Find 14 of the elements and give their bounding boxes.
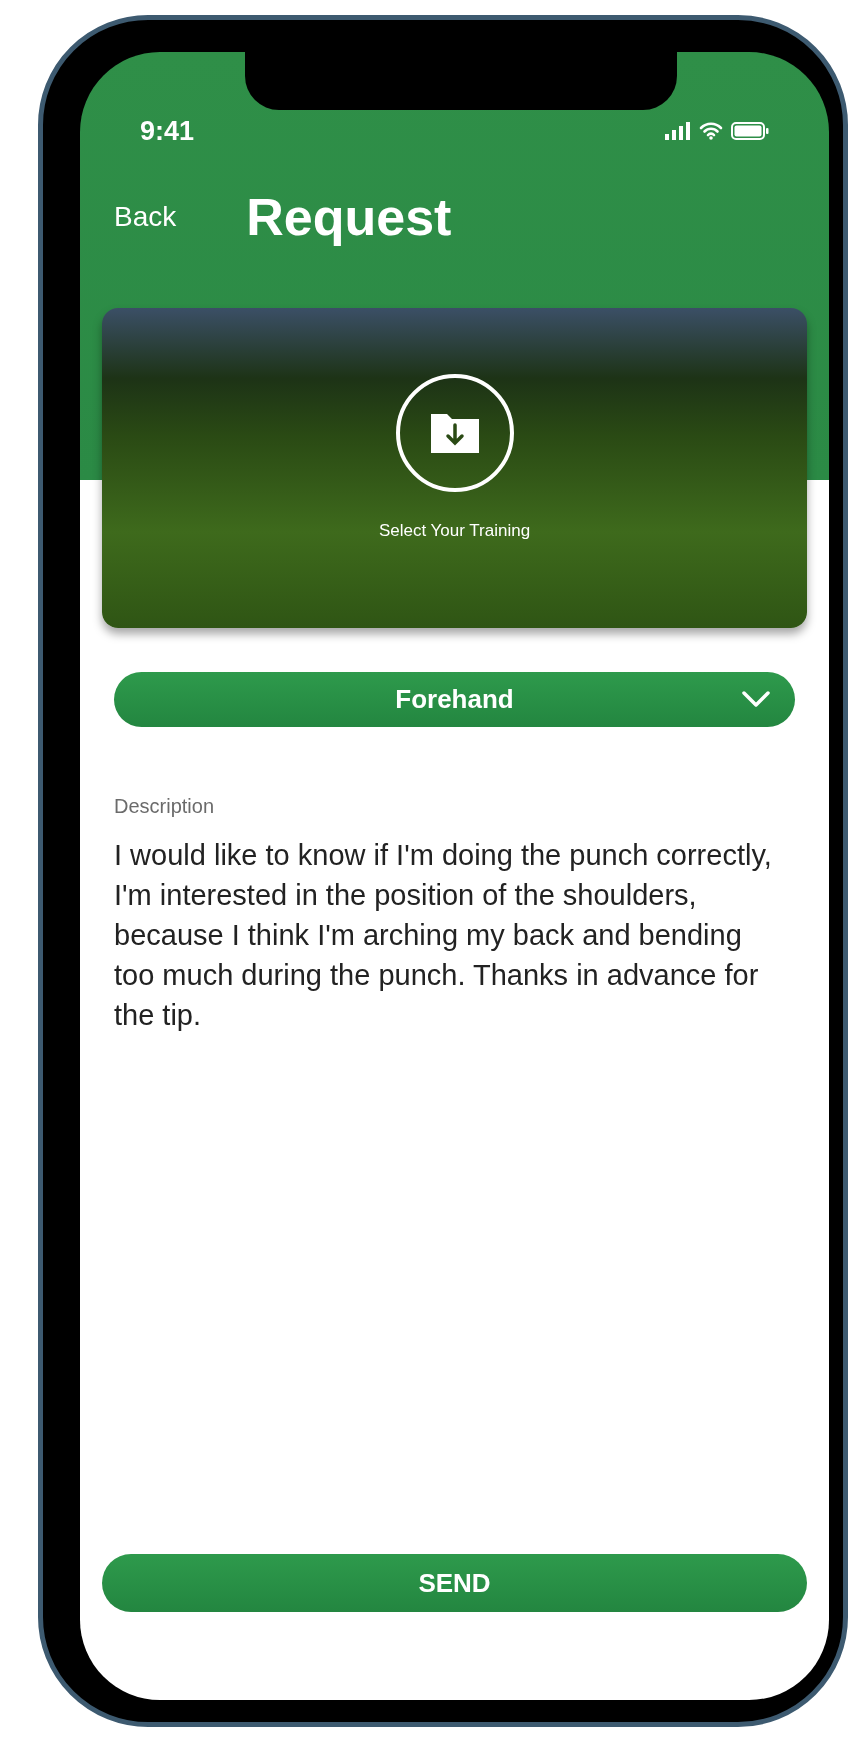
training-dropdown[interactable]: Forehand <box>114 672 795 727</box>
training-photo[interactable]: Select Your Training <box>102 308 807 628</box>
wifi-icon <box>699 122 723 140</box>
select-training-label: Select Your Training <box>378 520 531 542</box>
description-label: Description <box>114 794 216 819</box>
status-time: 9:41 <box>140 114 195 148</box>
battery-icon <box>731 122 769 140</box>
folder-download-icon[interactable] <box>395 374 514 492</box>
chevron-down-icon <box>741 690 771 708</box>
screen-title: Request <box>246 187 452 248</box>
back-link[interactable]: Back <box>114 196 177 238</box>
description-field[interactable]: I would like to know if I'm doing the punch correctly, I'm interested in the position of the shoulders, because I think I'm arching my back and bending too much during the punch. Thanks in advance for the tip. <box>114 835 795 1035</box>
signal-icon <box>665 122 691 140</box>
send-button[interactable]: SEND <box>102 1554 807 1612</box>
